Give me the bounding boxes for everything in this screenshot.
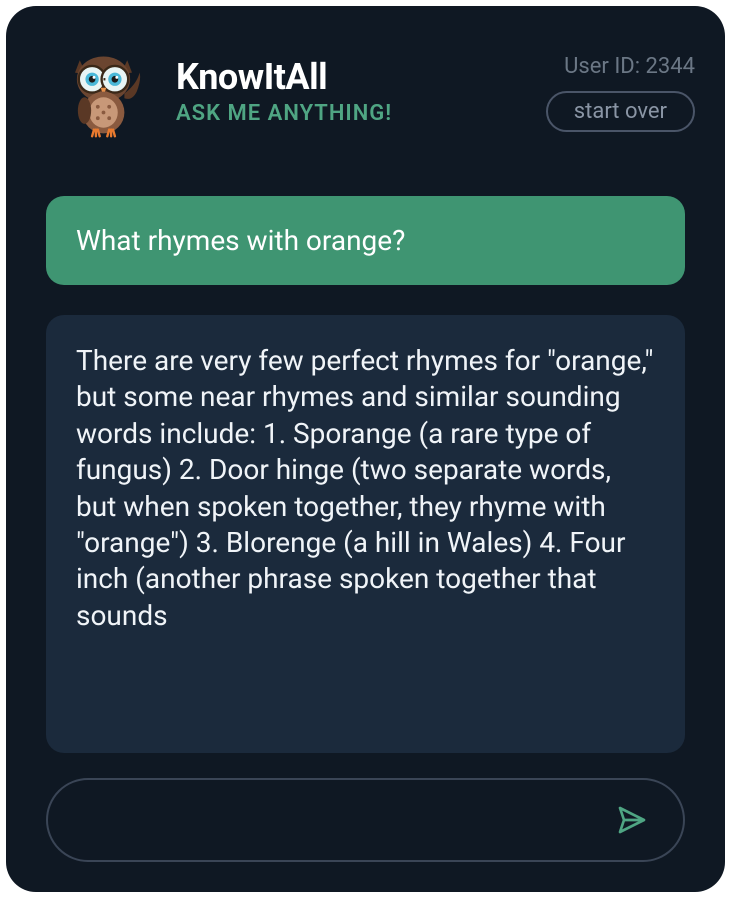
bot-message: There are very few perfect rhymes for "o… [46,315,685,753]
app-title: KnowItAll [176,56,521,98]
send-icon [616,804,648,836]
app-subtitle: ASK ME ANYTHING! [176,101,521,126]
header: KnowItAll ASK ME ANYTHING! User ID: 2344… [36,46,695,141]
send-button[interactable] [616,804,648,836]
start-over-button[interactable]: start over [546,91,695,132]
messages-container: What rhymes with orange? There are very … [36,196,695,753]
input-area [36,778,695,862]
owl-logo [56,46,151,141]
user-id-label: User ID: 2344 [564,54,695,79]
chat-app-container: KnowItAll ASK ME ANYTHING! User ID: 2344… [6,6,725,892]
input-wrapper [46,778,685,862]
title-block: KnowItAll ASK ME ANYTHING! [176,46,521,126]
header-right: User ID: 2344 start over [546,46,695,132]
message-input[interactable] [83,808,601,833]
user-message: What rhymes with orange? [46,196,685,285]
